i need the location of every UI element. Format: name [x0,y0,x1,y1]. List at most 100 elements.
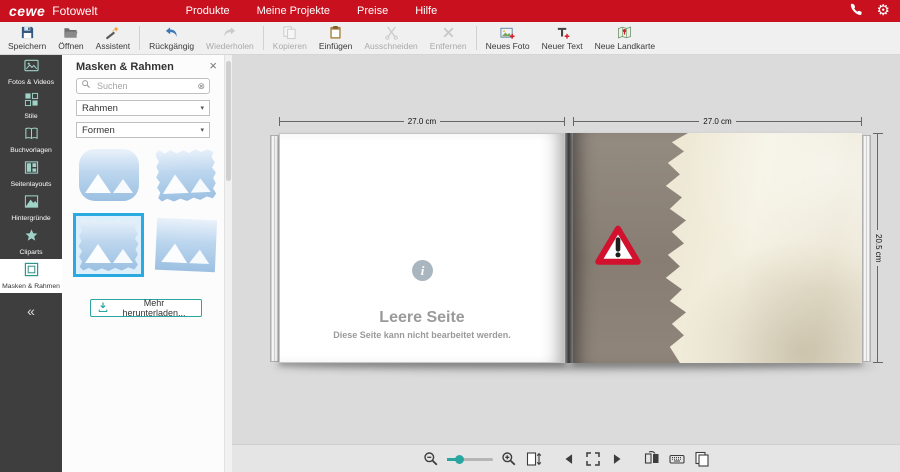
sidebar-item-masken-rahmen[interactable]: Masken & Rahmen [0,259,62,293]
page-stack-right-edge [862,135,871,362]
toolbar-label: Neuer Text [542,41,583,51]
spread-view-button[interactable] [584,450,602,468]
paste-button[interactable]: Einfügen [313,23,359,54]
mask-preview-image [154,148,216,203]
new-map-button[interactable]: Neue Landkarte [589,23,662,54]
magic-wand-icon [105,25,120,40]
search-clear-icon[interactable]: ⊗ [197,81,205,92]
map-icon [617,25,632,40]
photo-plus-icon [500,25,515,40]
undo-button[interactable]: Rückgängig [143,23,200,54]
menu-preise[interactable]: Preise [357,5,388,17]
new-text-button[interactable]: Neuer Text [536,23,589,54]
mask-preview-image [154,218,216,273]
page-sorter-button[interactable] [693,450,711,468]
assistant-button[interactable]: Assistent [90,23,137,54]
sidebar-item-label: Masken & Rahmen [2,283,60,290]
delete-icon [441,25,456,40]
scrollbar-thumb[interactable] [226,61,231,181]
sidebar-item-seitenlayouts[interactable]: Seitenlayouts [0,157,62,191]
empty-page-subtitle: Diese Seite kann nicht bearbeitet werden… [280,330,564,340]
chevron-down-icon: ▾ [200,126,204,134]
shapes-dropdown[interactable]: Formen ▾ [76,122,210,138]
prev-page-button[interactable] [561,450,577,468]
mask-thumb-torn-paper[interactable] [150,143,221,207]
sidebar-item-buchvorlagen[interactable]: Buchvorlagen [0,123,62,157]
sidebar-item-label: Hintergründe [11,215,50,222]
sidebar-item-hintergruende[interactable]: Hintergründe [0,191,62,225]
measurement-right-page-width: 27.0 cm [573,117,862,126]
chevron-down-icon: ▾ [200,104,204,112]
topbar: cewe Fotowelt Produkte Meine Projekte Pr… [0,0,900,22]
sidebar-item-label: Cliparts [19,249,42,256]
fit-page-button[interactable] [525,450,543,468]
toolbar-label: Speichern [8,41,46,51]
cliparts-icon [24,228,39,248]
menu-meine-projekte[interactable]: Meine Projekte [257,5,330,17]
redo-button: Wiederholen [200,23,260,54]
copy-icon [282,25,297,40]
book-page-right[interactable] [573,133,862,363]
app-window: cewe Fotowelt Produkte Meine Projekte Pr… [0,0,900,472]
warning-triangle-icon [595,225,641,270]
panel-close-button[interactable]: × [209,58,217,73]
phone-icon[interactable] [849,2,863,21]
toolbar-label: Wiederholen [206,41,254,51]
menu-hilfe[interactable]: Hilfe [415,5,437,17]
remove-button: Entfernen [424,23,473,54]
copy-button: Kopieren [267,23,313,54]
book-page-left: i Leere Seite Diese Seite kann nicht bea… [279,133,565,363]
mask-thumb-square[interactable] [150,213,221,277]
photos-icon [24,58,39,78]
mask-grid [73,143,221,277]
toolbar-label: Kopieren [273,41,307,51]
search-icon [81,77,92,95]
main-toolbar: Speichern Öffnen Assistent Rückgängig Wi… [0,22,900,55]
view-tools [643,450,711,468]
page-flip-button[interactable] [643,450,661,468]
toolbar-separator [476,26,477,50]
sidebar-item-label: Stile [24,113,37,120]
keyboard-button[interactable] [668,450,686,468]
sidebar-item-label: Buchvorlagen [10,147,52,154]
zoom-in-button[interactable] [500,450,518,468]
next-page-button[interactable] [609,450,625,468]
toolbar-label: Einfügen [319,41,353,51]
panel-title: Masken & Rahmen [76,61,174,73]
open-button[interactable]: Öffnen [52,23,89,54]
toolbar-label: Neue Landkarte [595,41,656,51]
main-menu: Produkte Meine Projekte Preise Hilfe [186,5,438,17]
gear-icon[interactable]: ⚙ [877,0,890,22]
editor-canvas: 27.0 cm 27.0 cm 20.5 cm i Leere Seite Di… [232,55,900,472]
slider-knob[interactable] [455,455,464,464]
save-icon [20,25,35,40]
menu-produkte[interactable]: Produkte [186,5,230,17]
toolbar-label: Assistent [96,41,131,51]
save-button[interactable]: Speichern [2,23,52,54]
toolbar-separator [139,26,140,50]
sidebar-collapse-button[interactable]: « [0,303,62,319]
canvas-bottom-toolbar [232,444,900,472]
frames-dropdown[interactable]: Rahmen ▾ [76,100,210,116]
mask-thumb-rounded[interactable] [73,143,144,207]
search-input[interactable] [95,80,194,92]
zoom-out-button[interactable] [422,450,440,468]
panel-scrollbar[interactable] [225,55,232,472]
toolbar-label: Öffnen [58,41,83,51]
scissors-icon [384,25,399,40]
masks-frames-icon [24,262,39,282]
sidebar-item-stile[interactable]: Stile [0,89,62,123]
download-more-button[interactable]: Mehr herunterladen... [90,299,202,317]
zoom-slider[interactable] [447,452,493,466]
mask-preview-image [79,219,139,271]
sidebar-item-cliparts[interactable]: Cliparts [0,225,62,259]
new-photo-button[interactable]: Neues Foto [480,23,536,54]
backgrounds-icon [24,194,39,214]
cewe-logo: cewe [9,3,45,19]
styles-icon [24,92,39,112]
page-stack-left-edge [270,135,279,362]
topbar-icons: ⚙ [849,0,890,22]
sidebar-item-fotos-videos[interactable]: Fotos & Videos [0,55,62,89]
undo-icon [164,25,179,40]
mask-thumb-torn-paper-selected[interactable] [73,213,144,277]
